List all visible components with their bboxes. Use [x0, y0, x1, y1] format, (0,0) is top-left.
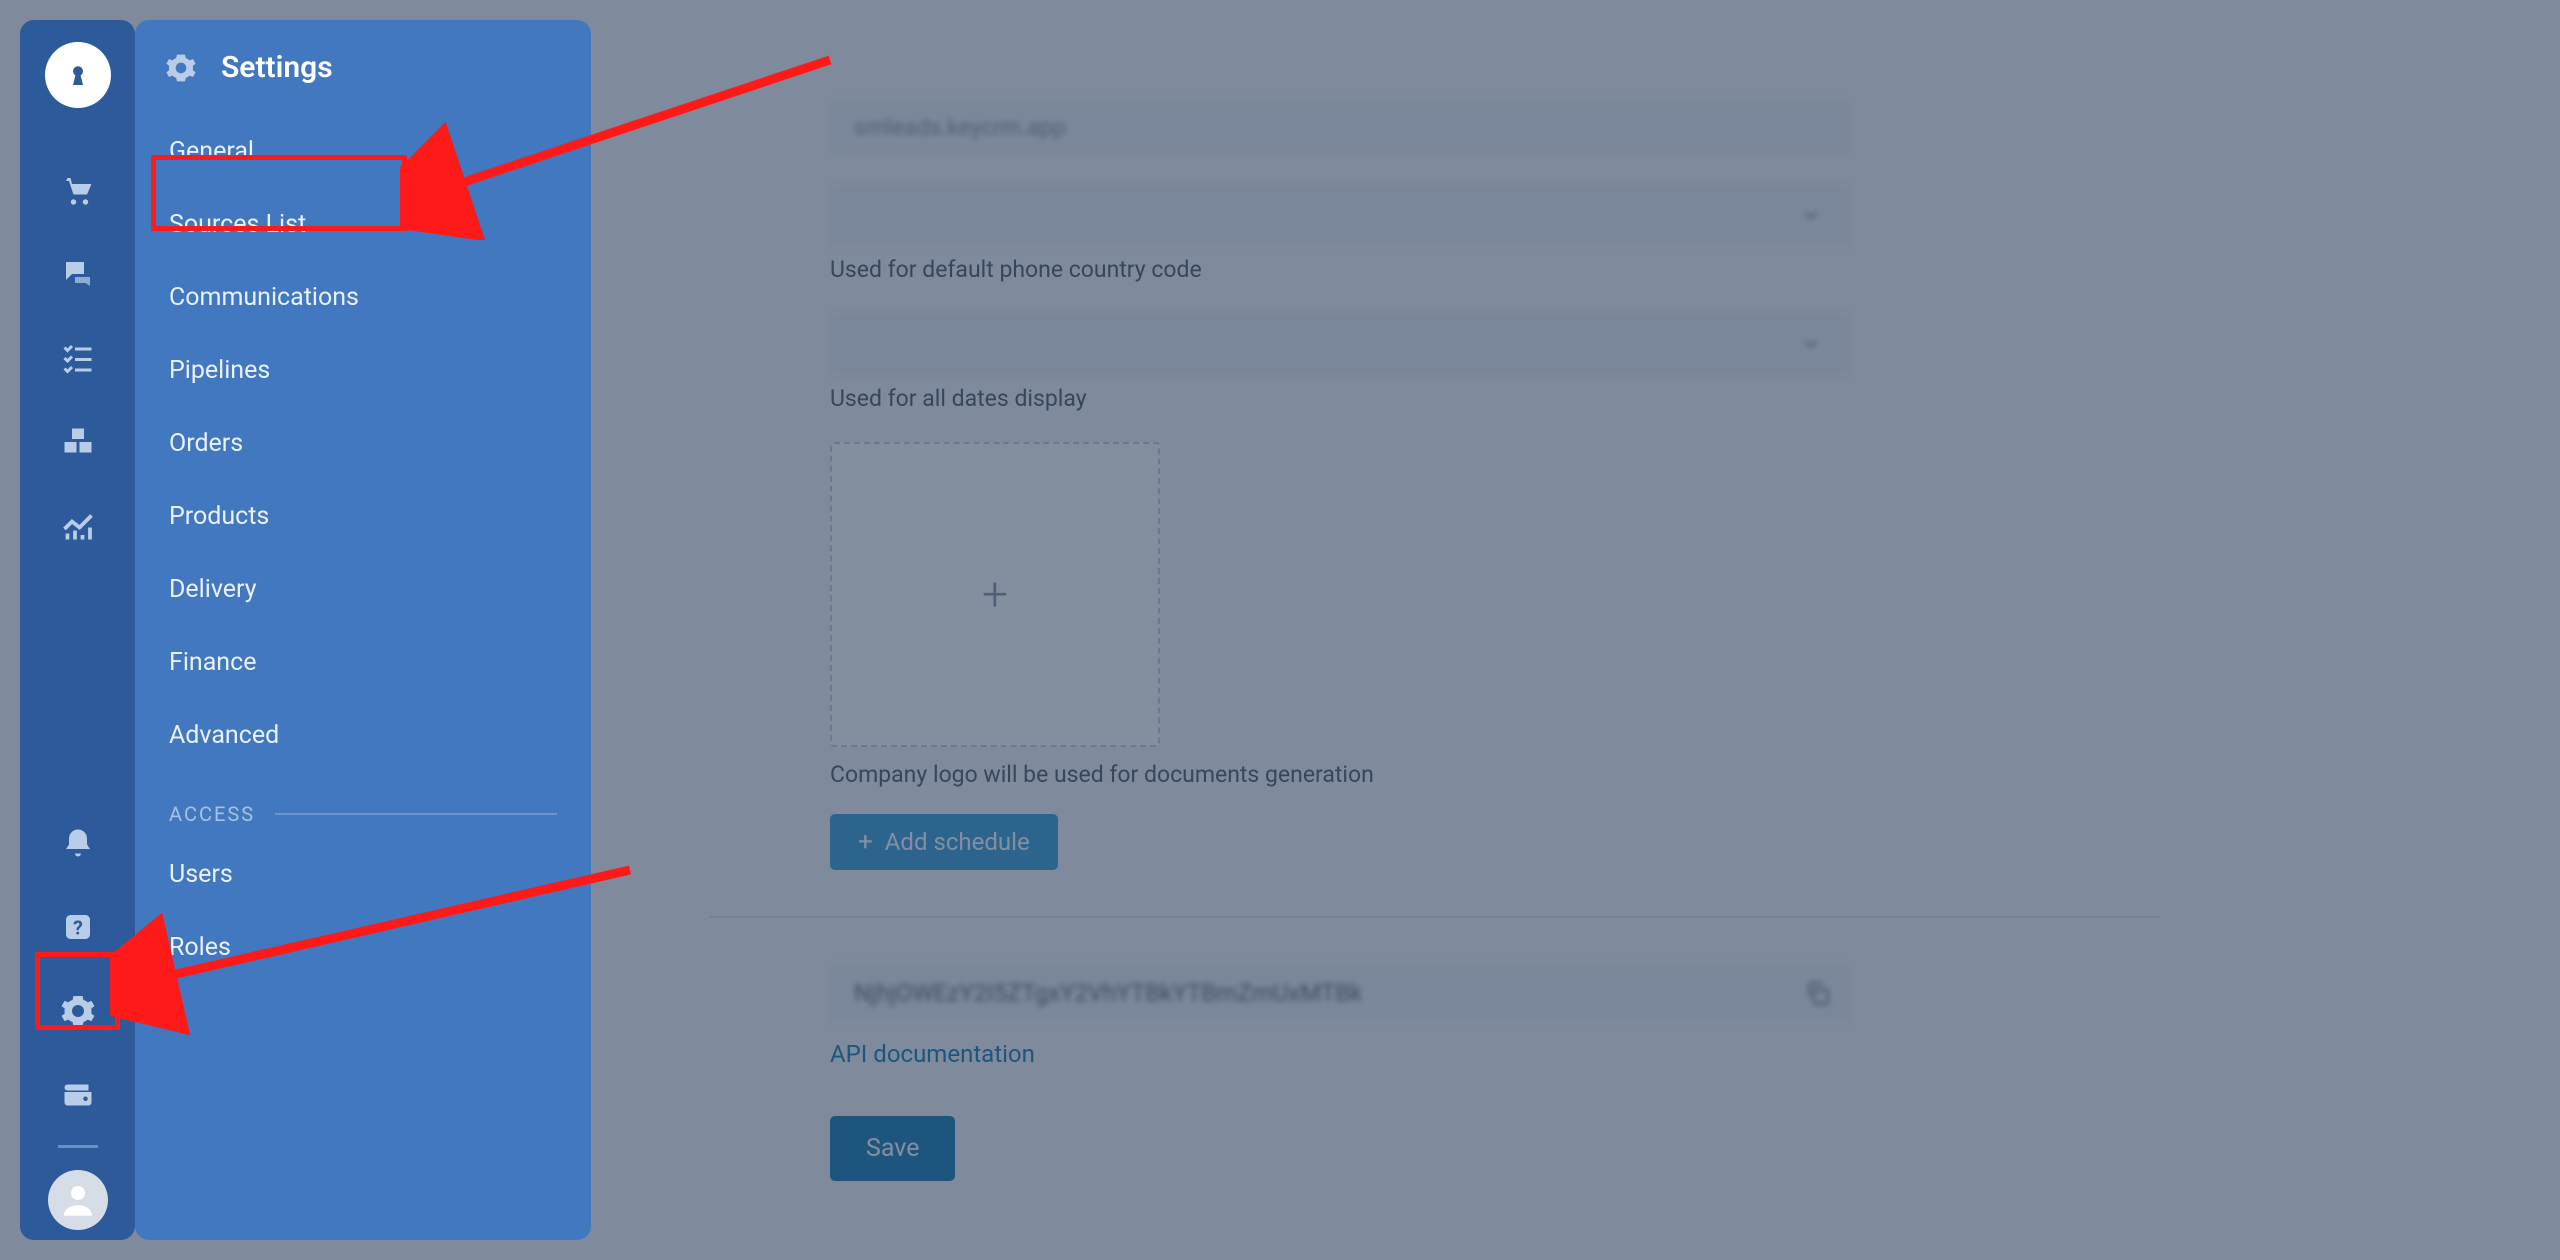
settings-item-users[interactable]: Users: [135, 838, 591, 911]
plus-icon: +: [982, 572, 1008, 618]
settings-panel: Settings General Sources List Communicat…: [135, 20, 591, 1240]
user-avatar[interactable]: [48, 1170, 108, 1230]
country-select-value: [854, 201, 860, 230]
settings-section-access-label: ACCESS: [169, 802, 255, 826]
boxes-icon: [60, 424, 96, 460]
settings-item-roles[interactable]: Roles: [135, 911, 591, 984]
domain-input[interactable]: smleads.keycrm.app: [830, 100, 1850, 154]
rail-divider: [58, 1145, 98, 1148]
settings-item-general[interactable]: General: [135, 115, 591, 188]
bell-icon: [60, 825, 96, 861]
country-select[interactable]: [830, 184, 1850, 246]
nav-orders[interactable]: [58, 170, 98, 210]
section-divider-line: [275, 813, 557, 815]
dateformat-select-value: [854, 330, 860, 359]
nav-settings[interactable]: [58, 991, 98, 1031]
api-key-field[interactable]: NjhjOWEzY2I5ZTgxY2VhYTBkYTBmZmUxMTBk: [830, 964, 1850, 1022]
help-icon: ?: [60, 909, 96, 945]
plus-icon: +: [858, 829, 873, 855]
add-schedule-button[interactable]: + Add schedule: [830, 814, 1058, 870]
api-documentation-link[interactable]: API documentation: [830, 1040, 1035, 1068]
user-icon: [57, 1179, 99, 1221]
nav-tasks[interactable]: [58, 338, 98, 378]
chat-icon: [60, 256, 96, 292]
nav-chats[interactable]: [58, 254, 98, 294]
cart-icon: [60, 172, 96, 208]
analytics-icon: [60, 508, 96, 544]
gear-icon: [60, 993, 96, 1029]
domain-input-value: smleads.keycrm.app: [854, 114, 1066, 141]
settings-section-access: ACCESS: [135, 772, 591, 838]
add-schedule-label: Add schedule: [885, 828, 1030, 856]
copy-icon[interactable]: [1804, 980, 1830, 1006]
wallet-icon: [60, 1077, 96, 1113]
dateformat-select[interactable]: [830, 313, 1850, 375]
nav-rail: ?: [20, 20, 135, 1240]
nav-help[interactable]: ?: [58, 907, 98, 947]
api-key-value: NjhjOWEzY2I5ZTgxY2VhYTBkYTBmZmUxMTBk: [854, 979, 1362, 1007]
dateformat-helper-text: Used for all dates display: [830, 385, 1850, 412]
chevron-down-icon: [1800, 333, 1822, 355]
section-divider: [710, 916, 2160, 918]
settings-item-finance[interactable]: Finance: [135, 626, 591, 699]
settings-panel-header: Settings: [135, 44, 591, 115]
country-field-group: Used for default phone country code: [830, 184, 1850, 283]
settings-item-products[interactable]: Products: [135, 480, 591, 553]
svg-text:?: ?: [73, 917, 83, 940]
nav-analytics[interactable]: [58, 506, 98, 546]
settings-item-communications[interactable]: Communications: [135, 261, 591, 334]
nav-notifications[interactable]: [58, 823, 98, 863]
save-button[interactable]: Save: [830, 1116, 955, 1181]
nav-products[interactable]: [58, 422, 98, 462]
gear-icon: [165, 52, 197, 84]
chevron-down-icon: [1800, 204, 1822, 226]
settings-item-delivery[interactable]: Delivery: [135, 553, 591, 626]
app-logo[interactable]: [45, 42, 111, 108]
checklist-icon: [60, 340, 96, 376]
domain-field-group: smleads.keycrm.app: [830, 100, 1850, 154]
dateformat-field-group: Used for all dates display: [830, 313, 1850, 412]
logo-helper-text: Company logo will be used for documents …: [830, 761, 1850, 788]
country-helper-text: Used for default phone country code: [830, 256, 1850, 283]
settings-item-advanced[interactable]: Advanced: [135, 699, 591, 772]
settings-panel-title: Settings: [221, 50, 333, 85]
nav-billing[interactable]: [58, 1075, 98, 1115]
settings-item-orders[interactable]: Orders: [135, 407, 591, 480]
settings-item-sources-list[interactable]: Sources List: [135, 188, 591, 261]
logo-upload[interactable]: +: [830, 442, 1160, 747]
settings-item-pipelines[interactable]: Pipelines: [135, 334, 591, 407]
keyhole-icon: [63, 60, 93, 90]
